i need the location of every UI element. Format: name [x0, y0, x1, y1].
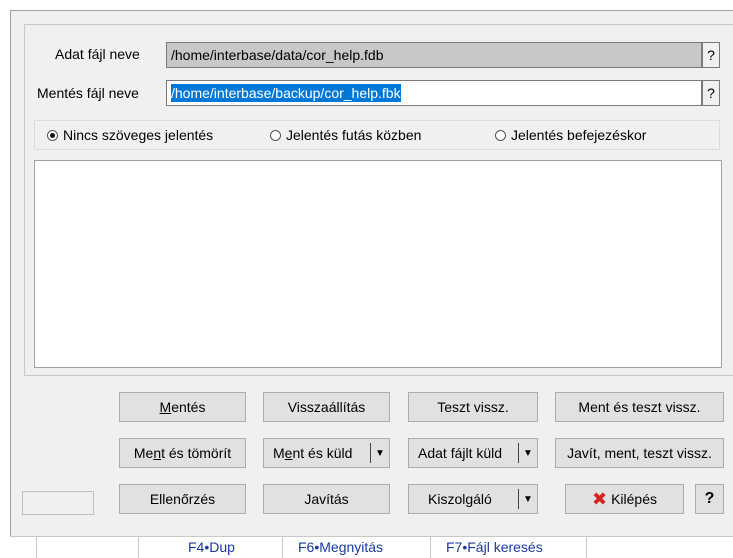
backup-file-field[interactable]: /home/interbase/backup/cor_help.fbk — [166, 80, 702, 106]
mentes-label: M — [159, 399, 172, 415]
kilepes-button[interactable]: ✖ Kilépés — [565, 484, 684, 514]
mentes-label-rest: entés — [171, 399, 206, 415]
status-indicator-box — [22, 491, 94, 515]
status-divider — [138, 537, 139, 558]
mentes-button[interactable]: Mentés — [119, 392, 246, 422]
status-f7-file-search[interactable]: F7•Fájl keresés — [446, 539, 543, 555]
radio-report-during[interactable]: Jelentés futás közben — [270, 127, 421, 143]
ment-es-tomorit-label-a: Me — [133, 445, 154, 461]
data-file-label: Adat fájl neve — [55, 46, 140, 62]
log-textarea[interactable] — [34, 160, 722, 368]
backup-file-value: /home/interbase/backup/cor_help.fbk — [171, 84, 401, 102]
radio-no-report[interactable]: Nincs szöveges jelentés — [47, 127, 213, 143]
chevron-down-icon[interactable]: ▼ — [518, 489, 537, 509]
javit-ment-teszt-button[interactable]: Javít, ment, teszt vissz. — [555, 438, 724, 468]
teszt-vissz-button[interactable]: Teszt vissz. — [408, 392, 538, 422]
ment-es-tomorit-label-b: n — [153, 445, 162, 461]
x-icon: ✖ — [591, 489, 608, 509]
radio-unselected-icon — [270, 130, 281, 141]
visszaallitas-button[interactable]: Visszaállítás — [263, 392, 390, 422]
help-button[interactable]: ? — [695, 484, 724, 514]
radio-report-after[interactable]: Jelentés befejezéskor — [495, 127, 646, 143]
chevron-down-icon[interactable]: ▼ — [518, 443, 537, 463]
ment-es-kuld-label-a: M — [273, 445, 285, 461]
backup-file-label: Mentés fájl neve — [37, 85, 139, 101]
kilepes-label: Kilépés — [611, 491, 657, 507]
radio-report-after-label: Jelentés befejezéskor — [511, 127, 647, 143]
kiszolgalo-label: Kiszolgáló — [428, 491, 492, 507]
status-f6-open[interactable]: F6•Megnyitás — [298, 539, 383, 555]
ment-es-teszt-button[interactable]: Ment és teszt vissz. — [555, 392, 724, 422]
radio-selected-icon — [47, 130, 58, 141]
status-bar: F4•Dup F6•Megnyitás F7•Fájl keresés — [10, 536, 733, 558]
ment-es-kuld-label-b: e — [284, 445, 293, 461]
ment-es-tomorit-button[interactable]: Me n t és tömörít — [119, 438, 246, 468]
radio-unselected-icon — [495, 130, 506, 141]
adat-fajlt-kuld-button[interactable]: Adat fájlt küld ▼ — [408, 438, 538, 468]
radio-no-report-label: Nincs szöveges jelentés — [63, 127, 214, 143]
chevron-down-icon[interactable]: ▼ — [370, 443, 389, 463]
kiszolgalo-button[interactable]: Kiszolgáló ▼ — [408, 484, 538, 514]
status-divider — [36, 537, 37, 558]
ment-es-kuld-label-c: nt és küld — [292, 445, 353, 461]
status-divider — [586, 537, 587, 558]
ment-es-kuld-button[interactable]: Me nt és küld ▼ — [263, 438, 390, 468]
report-option-group: Nincs szöveges jelentés Jelentés futás k… — [34, 120, 720, 150]
status-f4-dup[interactable]: F4•Dup — [188, 539, 235, 555]
javitas-button[interactable]: Javítás — [263, 484, 390, 514]
data-file-help-button[interactable]: ? — [702, 42, 720, 68]
backup-file-help-button[interactable]: ? — [702, 80, 720, 106]
status-divider — [430, 537, 431, 558]
ment-es-tomorit-label-c: t és tömörít — [161, 445, 232, 461]
data-file-field[interactable]: /home/interbase/data/cor_help.fdb — [166, 42, 702, 68]
status-divider — [282, 537, 283, 558]
ellenorzes-button[interactable]: Ellenőrzés — [119, 484, 246, 514]
radio-report-during-label: Jelentés futás közben — [286, 127, 422, 143]
adat-fajlt-kuld-label: Adat fájlt küld — [418, 445, 503, 461]
